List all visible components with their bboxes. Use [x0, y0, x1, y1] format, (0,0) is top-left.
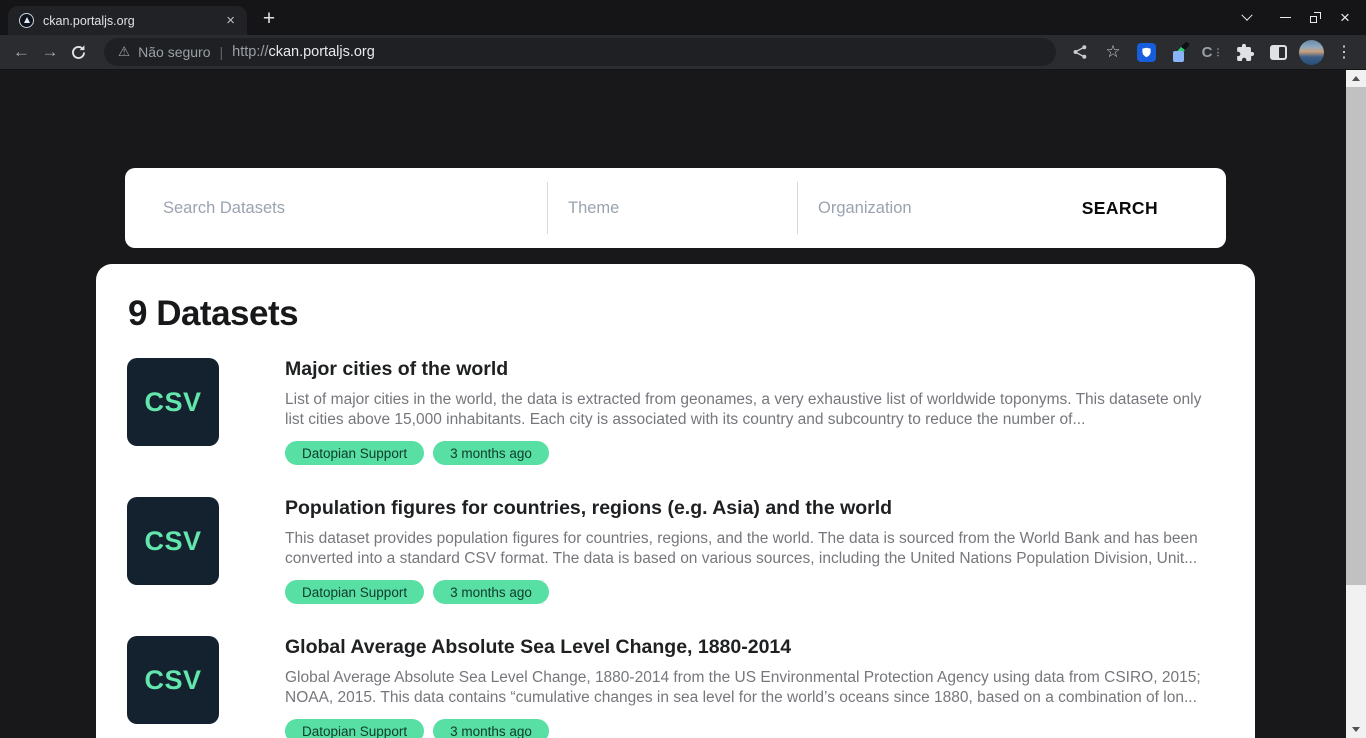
portaljs-favicon-icon — [19, 13, 34, 28]
bookmark-star-icon[interactable]: ☆ — [1099, 38, 1127, 66]
dataset-title[interactable]: Major cities of the world — [285, 358, 1221, 381]
back-icon[interactable]: ← — [10, 39, 33, 65]
close-window-button[interactable]: × — [1330, 3, 1360, 33]
security-label: Não seguro — [138, 44, 210, 60]
toolbar-icons: ☆ C⋮ ⋮ — [1066, 38, 1358, 66]
bitwarden-extension-icon[interactable] — [1132, 38, 1160, 66]
profile-avatar[interactable] — [1297, 38, 1325, 66]
browser-window: ckan.portaljs.org × + × ← → ⚠ Não seguro… — [0, 0, 1366, 738]
dataset-format-label: CSV — [144, 387, 201, 418]
scroll-up-arrow-icon[interactable] — [1346, 70, 1366, 87]
search-button[interactable]: SEARCH — [1047, 168, 1226, 248]
dataset-row: CSV Global Average Absolute Sea Level Ch… — [127, 636, 1221, 738]
dataset-row: CSV Major cities of the world List of ma… — [127, 358, 1221, 465]
url-scheme: http:// — [232, 44, 268, 60]
not-secure-warning-icon: ⚠ — [118, 44, 130, 60]
dataset-badge[interactable]: 3 months ago — [433, 580, 549, 604]
new-tab-button[interactable]: + — [257, 7, 281, 31]
organization-input[interactable] — [816, 198, 1035, 219]
dataset-badge[interactable]: Datopian Support — [285, 441, 424, 465]
dataset-format-label: CSV — [144, 665, 201, 696]
browser-toolbar: ← → ⚠ Não seguro | http:// ckan.portaljs… — [0, 35, 1366, 70]
colorpick-extension-icon[interactable]: C⋮ — [1198, 38, 1226, 66]
theme-field[interactable] — [547, 182, 797, 234]
window-controls: × — [1232, 0, 1360, 35]
dataset-description: List of major cities in the world, the d… — [285, 390, 1221, 430]
tab-search-chevron-icon[interactable] — [1232, 3, 1262, 33]
theme-input[interactable] — [566, 198, 785, 219]
dataset-badges: Datopian Support 3 months ago — [285, 580, 1221, 604]
dataset-list-card: 9 Datasets CSV Major cities of the world… — [96, 264, 1255, 738]
browser-tab[interactable]: ckan.portaljs.org × — [8, 6, 247, 35]
scroll-down-arrow-icon[interactable] — [1346, 721, 1366, 738]
url-divider: | — [220, 44, 224, 60]
dataset-list: CSV Major cities of the world List of ma… — [127, 358, 1221, 738]
dataset-badges: Datopian Support 3 months ago — [285, 719, 1221, 738]
dataset-format-label: CSV — [144, 526, 201, 557]
dataset-badge[interactable]: 3 months ago — [433, 719, 549, 738]
dataset-description: Global Average Absolute Sea Level Change… — [285, 668, 1221, 708]
dataset-body: Population figures for countries, region… — [285, 497, 1221, 604]
page-viewport: SEARCH 9 Datasets CSV Major cities of th… — [0, 70, 1366, 738]
organization-field[interactable] — [797, 182, 1047, 234]
address-bar[interactable]: ⚠ Não seguro | http:// ckan.portaljs.org — [104, 38, 1056, 66]
dataset-description: This dataset provides population figures… — [285, 529, 1221, 569]
dataset-title[interactable]: Global Average Absolute Sea Level Change… — [285, 636, 1221, 659]
browser-menu-icon[interactable]: ⋮ — [1330, 38, 1358, 66]
csv-format-icon[interactable]: CSV — [127, 636, 219, 724]
dataset-body: Global Average Absolute Sea Level Change… — [285, 636, 1221, 738]
dataset-body: Major cities of the world List of major … — [285, 358, 1221, 465]
csv-format-icon[interactable]: CSV — [127, 497, 219, 585]
csv-format-icon[interactable]: CSV — [127, 358, 219, 446]
dataset-badge[interactable]: Datopian Support — [285, 580, 424, 604]
dataset-title[interactable]: Population figures for countries, region… — [285, 497, 1221, 520]
minimize-button[interactable] — [1270, 3, 1300, 33]
url-host: ckan.portaljs.org — [268, 44, 374, 60]
dataset-search-bar: SEARCH — [125, 168, 1226, 248]
tab-close-icon[interactable]: × — [222, 12, 239, 29]
search-datasets-field[interactable] — [125, 168, 547, 248]
forward-icon[interactable]: → — [39, 39, 62, 65]
side-panel-icon[interactable] — [1264, 38, 1292, 66]
scrollbar-thumb[interactable] — [1346, 87, 1366, 585]
restore-button[interactable] — [1300, 3, 1330, 33]
reload-icon[interactable] — [67, 39, 90, 65]
extensions-puzzle-icon[interactable] — [1231, 38, 1259, 66]
tab-strip: ckan.portaljs.org × + × — [0, 0, 1366, 35]
tab-title: ckan.portaljs.org — [43, 14, 222, 28]
dataset-row: CSV Population figures for countries, re… — [127, 497, 1221, 604]
vertical-scrollbar[interactable] — [1346, 70, 1366, 738]
search-datasets-input[interactable] — [161, 198, 528, 219]
dataset-badge[interactable]: Datopian Support — [285, 719, 424, 738]
share-icon[interactable] — [1066, 38, 1094, 66]
dataset-badge[interactable]: 3 months ago — [433, 441, 549, 465]
page-title: 9 Datasets — [128, 294, 1221, 334]
dataset-badges: Datopian Support 3 months ago — [285, 441, 1221, 465]
colorzilla-eyedropper-icon[interactable] — [1165, 38, 1193, 66]
